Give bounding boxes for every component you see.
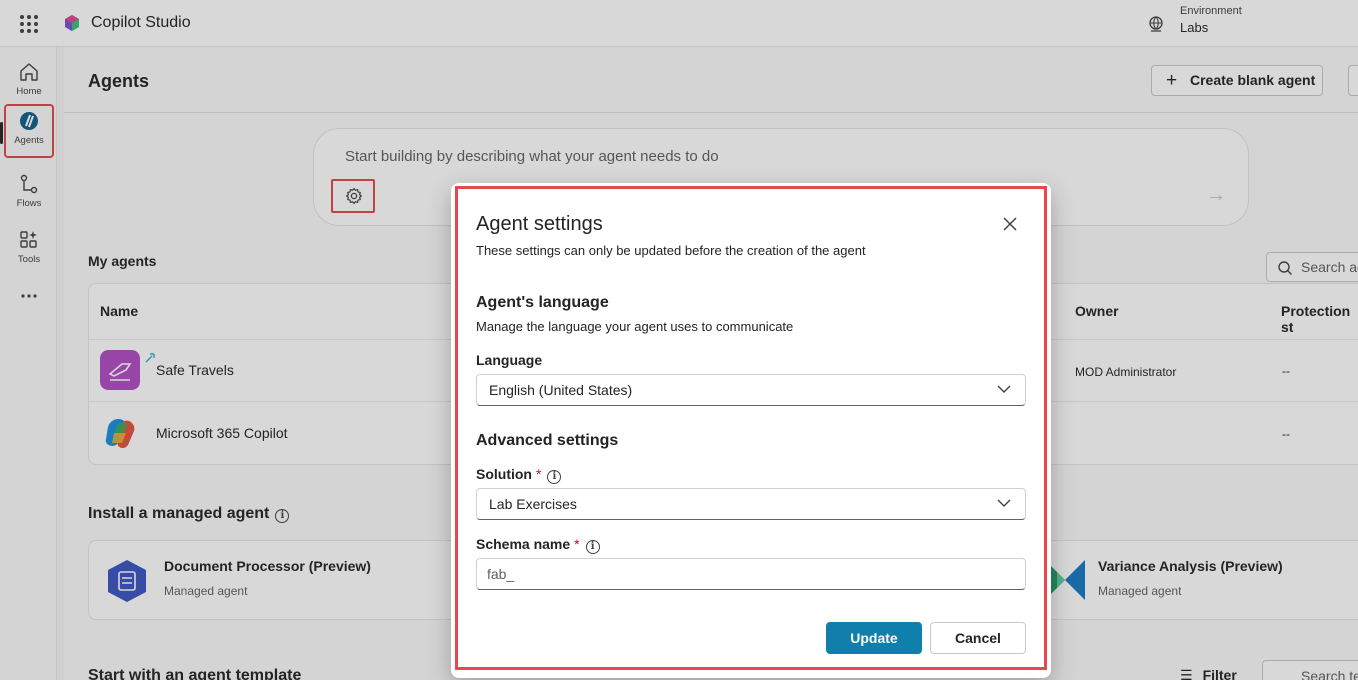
schema-name-label-text: Schema name [476, 536, 571, 552]
solution-select[interactable]: Lab Exercises [476, 488, 1026, 520]
advanced-section-title: Advanced settings [476, 432, 619, 449]
close-icon[interactable] [1000, 214, 1020, 234]
dialog-subtitle: These settings can only be updated befor… [476, 243, 866, 258]
required-marker: * [536, 466, 542, 482]
cancel-button[interactable]: Cancel [930, 622, 1026, 654]
solution-select-value: Lab Exercises [489, 496, 577, 512]
info-icon[interactable]: i [585, 540, 600, 554]
required-marker: * [574, 536, 580, 552]
language-label: Language [476, 352, 543, 368]
language-select[interactable]: English (United States) [476, 374, 1026, 406]
chevron-down-icon [997, 499, 1011, 507]
chevron-down-icon [997, 385, 1011, 393]
language-section-desc: Manage the language your agent uses to c… [476, 319, 794, 334]
schema-name-value: fab_ [487, 566, 515, 582]
dialog-title: Agent settings [476, 213, 603, 235]
update-button[interactable]: Update [826, 622, 922, 654]
language-select-value: English (United States) [489, 382, 633, 398]
language-section-title: Agent's language [476, 294, 609, 311]
schema-name-input[interactable]: fab_ [476, 558, 1026, 590]
schema-name-label: Schema name * i [476, 536, 600, 554]
solution-label-text: Solution [476, 466, 532, 482]
info-icon[interactable]: i [547, 470, 562, 484]
solution-label: Solution * i [476, 466, 562, 484]
